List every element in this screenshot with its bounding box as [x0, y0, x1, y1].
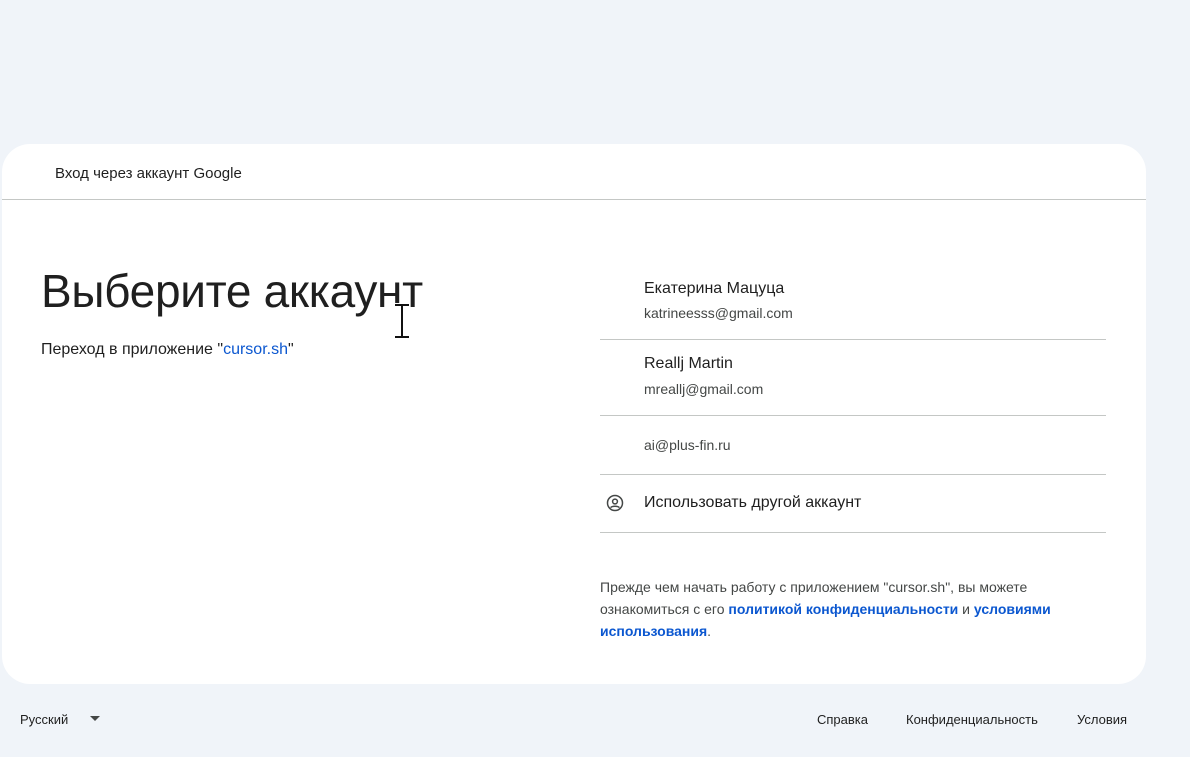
account-email: ai@plus-fin.ru — [644, 437, 731, 453]
account-item[interactable]: Reallj Martin mreallj@gmail.com — [600, 340, 1106, 416]
page-title: Выберите аккаунт — [41, 265, 423, 317]
app-name-link[interactable]: cursor.sh — [223, 341, 288, 358]
account-circle-icon — [606, 494, 624, 512]
privacy-text: . — [707, 623, 712, 639]
subtitle-prefix: Переход в приложение " — [41, 341, 224, 358]
privacy-policy-link[interactable]: политикой конфиденциальности — [728, 601, 958, 617]
account-name: Reallj Martin — [644, 355, 733, 372]
privacy-note: Прежде чем начать работу с приложением "… — [600, 576, 1110, 642]
account-email: katrineesss@gmail.com — [644, 305, 793, 321]
account-item[interactable]: Екатерина Мацуца katrineesss@gmail.com — [600, 264, 1106, 340]
account-email: mreallj@gmail.com — [644, 381, 764, 397]
terms-footer-link[interactable]: Условия — [1077, 712, 1127, 727]
privacy-link[interactable]: Конфиденциальность — [906, 712, 1038, 727]
account-list: Екатерина Мацуца katrineesss@gmail.com R… — [600, 264, 1106, 533]
privacy-text: и — [958, 601, 974, 617]
header-title: Вход через аккаунт Google — [55, 165, 242, 182]
use-another-account-label: Использовать другой аккаунт — [644, 494, 862, 511]
account-name: Екатерина Мацуца — [644, 280, 785, 297]
subtitle-suffix: " — [288, 341, 294, 358]
chevron-down-icon[interactable] — [90, 716, 100, 721]
footer: Русский Справка Конфиденциальность Услов… — [0, 700, 1190, 740]
help-link[interactable]: Справка — [817, 712, 868, 727]
card-header: Вход через аккаунт Google — [2, 144, 1146, 200]
use-another-account-button[interactable]: Использовать другой аккаунт — [600, 475, 1106, 533]
subtitle: Переход в приложение "cursor.sh" — [41, 341, 294, 359]
signin-card: Вход через аккаунт Google Выберите аккау… — [2, 144, 1146, 684]
language-select[interactable]: Русский — [20, 712, 68, 727]
account-item[interactable]: ai@plus-fin.ru — [600, 416, 1106, 475]
